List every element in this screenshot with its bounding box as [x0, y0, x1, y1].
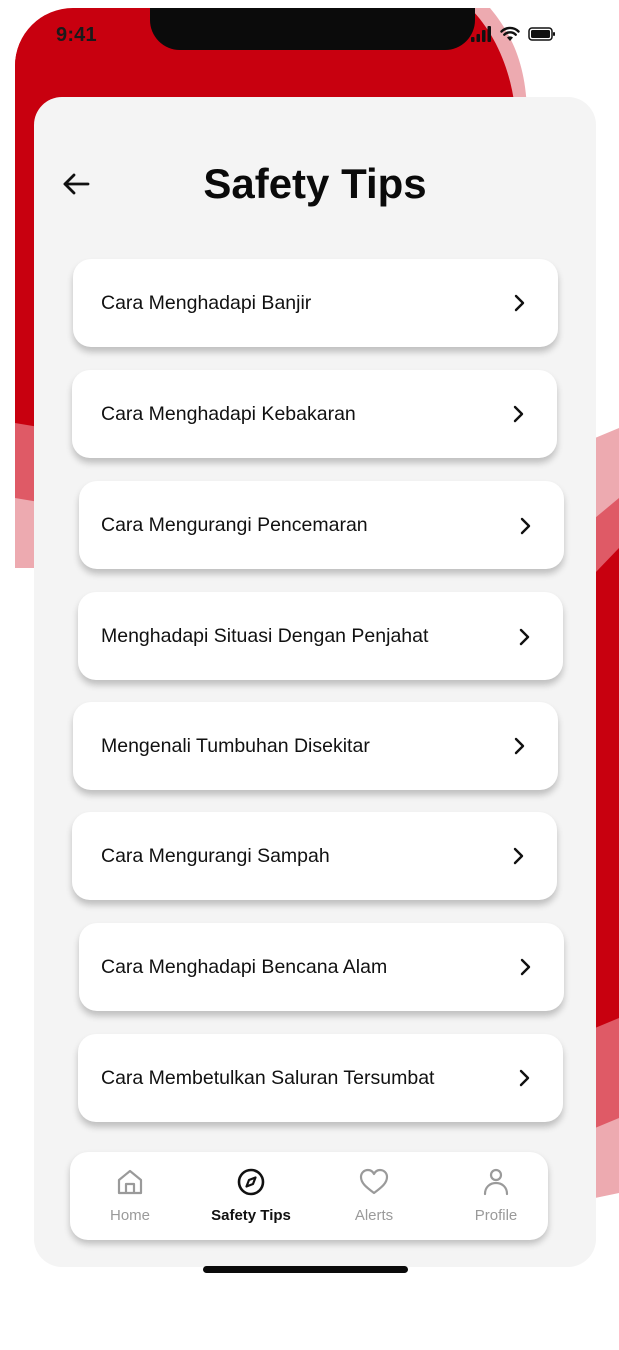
status-time: 9:41: [56, 24, 97, 46]
tip-item-bencana-alam[interactable]: Cara Menghadapi Bencana Alam: [79, 923, 564, 1011]
tip-label: Mengenali Tumbuhan Disekitar: [101, 734, 370, 757]
chevron-right-icon: [518, 628, 532, 646]
nav-item-safety-tips[interactable]: Safety Tips: [196, 1152, 306, 1240]
tip-item-kebakaran[interactable]: Cara Menghadapi Kebakaran: [72, 370, 557, 458]
nav-label-profile: Profile: [474, 1207, 518, 1224]
tip-label: Cara Menghadapi Banjir: [101, 291, 312, 314]
tip-label: Cara Menghadapi Kebakaran: [101, 402, 356, 425]
tip-item-banjir[interactable]: Cara Menghadapi Banjir: [73, 259, 558, 347]
tip-item-penjahat[interactable]: Menghadapi Situasi Dengan Penjahat: [78, 592, 563, 680]
nav-label-safety-tips: Safety Tips: [211, 1207, 291, 1224]
tip-label: Cara Menghadapi Bencana Alam: [101, 955, 388, 978]
chevron-right-icon: [519, 517, 533, 535]
arrow-left-icon: [62, 172, 90, 201]
bottom-nav: Home Safety Tips Alerts Profile: [70, 1152, 548, 1240]
chevron-right-icon: [512, 405, 526, 423]
tip-label: Menghadapi Situasi Dengan Penjahat: [101, 624, 429, 647]
page-title: Safety Tips: [203, 160, 427, 207]
wifi-icon: [500, 26, 520, 47]
chevron-right-icon: [518, 1069, 532, 1087]
user-icon: [480, 1166, 512, 1198]
nav-item-alerts[interactable]: Alerts: [332, 1152, 416, 1240]
tip-item-pencemaran[interactable]: Cara Mengurangi Pencemaran: [79, 481, 564, 569]
chevron-right-icon: [513, 737, 527, 755]
tip-label: Cara Mengurangi Pencemaran: [101, 513, 368, 536]
compass-icon: [235, 1166, 267, 1198]
status-icons: [470, 25, 556, 47]
nav-item-profile[interactable]: Profile: [454, 1152, 538, 1240]
nav-item-home[interactable]: Home: [88, 1152, 172, 1240]
nav-label-home: Home: [109, 1207, 150, 1224]
signal-icon: [470, 25, 492, 47]
nav-label-alerts: Alerts: [354, 1207, 394, 1224]
tip-label: Cara Mengurangi Sampah: [101, 844, 330, 867]
back-button[interactable]: [58, 168, 94, 204]
home-icon: [114, 1166, 146, 1198]
home-indicator: [203, 1266, 408, 1273]
heart-icon: [358, 1166, 390, 1198]
chevron-right-icon: [512, 847, 526, 865]
tip-item-sampah[interactable]: Cara Mengurangi Sampah: [72, 812, 557, 900]
chevron-right-icon: [519, 958, 533, 976]
tip-item-saluran-tersumbat[interactable]: Cara Membetulkan Saluran Tersumbat: [78, 1034, 563, 1122]
chevron-right-icon: [513, 294, 527, 312]
tip-item-tumbuhan[interactable]: Mengenali Tumbuhan Disekitar: [73, 702, 558, 790]
device-notch: [150, 8, 475, 50]
tip-label: Cara Membetulkan Saluran Tersumbat: [101, 1066, 435, 1089]
battery-icon: [528, 26, 556, 47]
